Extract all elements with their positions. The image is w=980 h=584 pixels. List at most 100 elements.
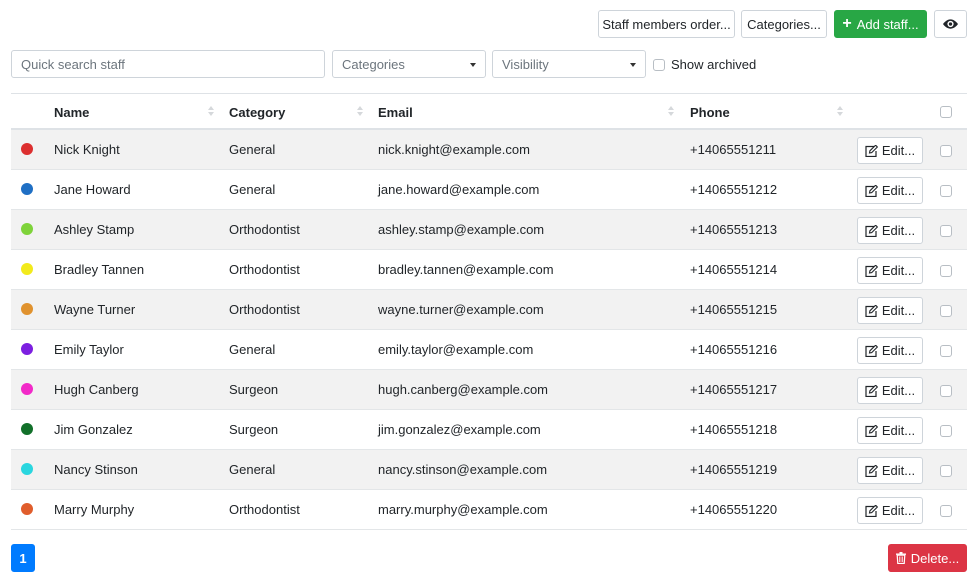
edit-icon bbox=[865, 264, 878, 277]
table-row: Wayne Turner Orthodontist wayne.turner@e… bbox=[11, 290, 967, 330]
row-select-checkbox[interactable] bbox=[940, 345, 952, 357]
staff-name: Jim Gonzalez bbox=[54, 422, 133, 437]
staff-category: Orthodontist bbox=[229, 502, 300, 517]
row-select-checkbox[interactable] bbox=[940, 505, 952, 517]
column-header-category[interactable]: Category bbox=[229, 105, 285, 120]
staff-category: Surgeon bbox=[229, 422, 279, 437]
edit-staff-button[interactable]: Edit... bbox=[857, 217, 923, 244]
staff-order-label: Staff members order... bbox=[602, 16, 731, 32]
edit-staff-button[interactable]: Edit... bbox=[857, 257, 923, 284]
staff-category: General bbox=[229, 342, 276, 357]
table-header: Name Category Email Phone bbox=[11, 94, 967, 130]
staff-phone: +14065551218 bbox=[690, 422, 778, 437]
staff-color-dot bbox=[21, 503, 33, 515]
staff-category: General bbox=[229, 182, 276, 197]
staff-color-dot bbox=[21, 183, 33, 195]
edit-label: Edit... bbox=[881, 263, 916, 278]
categories-select-value: Categories bbox=[342, 56, 405, 72]
staff-phone: +14065551219 bbox=[690, 462, 778, 477]
staff-order-button[interactable]: Staff members order... bbox=[598, 10, 735, 38]
edit-icon bbox=[865, 304, 878, 317]
sort-icon[interactable] bbox=[668, 106, 674, 118]
staff-color-dot bbox=[21, 223, 33, 235]
row-select-checkbox[interactable] bbox=[940, 145, 952, 157]
edit-staff-button[interactable]: Edit... bbox=[857, 177, 923, 204]
staff-email: bradley.tannen@example.com bbox=[378, 262, 554, 277]
row-select-checkbox[interactable] bbox=[940, 225, 952, 237]
staff-name: Bradley Tannen bbox=[54, 262, 145, 277]
edit-staff-button[interactable]: Edit... bbox=[857, 137, 923, 164]
staff-phone: +14065551214 bbox=[690, 262, 778, 277]
edit-label: Edit... bbox=[881, 183, 916, 198]
trash-icon bbox=[895, 552, 906, 564]
categories-button[interactable]: Categories... bbox=[741, 10, 827, 38]
staff-email: wayne.turner@example.com bbox=[378, 302, 544, 317]
table-row: Bradley Tannen Orthodontist bradley.tann… bbox=[11, 250, 967, 290]
staff-name: Marry Murphy bbox=[54, 502, 135, 517]
staff-name: Jane Howard bbox=[54, 182, 131, 197]
visibility-select[interactable]: Visibility bbox=[492, 50, 646, 78]
table-row: Emily Taylor General emily.taylor@exampl… bbox=[11, 330, 967, 370]
table-row: Jim Gonzalez Surgeon jim.gonzalez@exampl… bbox=[11, 410, 967, 450]
show-archived-checkbox[interactable] bbox=[653, 58, 665, 71]
staff-category: Orthodontist bbox=[229, 262, 300, 277]
delete-label: Delete... bbox=[910, 550, 960, 566]
pagination-page-1[interactable]: 1 bbox=[11, 544, 35, 572]
sort-icon[interactable] bbox=[837, 106, 843, 118]
staff-email: marry.murphy@example.com bbox=[378, 502, 548, 517]
row-select-checkbox[interactable] bbox=[940, 425, 952, 437]
staff-name: Wayne Turner bbox=[54, 302, 136, 317]
categories-select[interactable]: Categories bbox=[332, 50, 486, 78]
staff-color-dot bbox=[21, 343, 33, 355]
quick-search-placeholder: Quick search staff bbox=[21, 56, 125, 72]
edit-icon bbox=[865, 224, 878, 237]
edit-staff-button[interactable]: Edit... bbox=[857, 497, 923, 524]
show-archived-toggle[interactable]: Show archived bbox=[653, 57, 756, 72]
staff-email: ashley.stamp@example.com bbox=[378, 222, 545, 237]
row-select-checkbox[interactable] bbox=[940, 305, 952, 317]
staff-phone: +14065551216 bbox=[690, 342, 778, 357]
staff-email: nancy.stinson@example.com bbox=[378, 462, 548, 477]
chevron-down-icon bbox=[630, 63, 636, 67]
staff-color-dot bbox=[21, 463, 33, 475]
row-select-checkbox[interactable] bbox=[940, 265, 952, 277]
staff-phone: +14065551212 bbox=[690, 182, 778, 197]
add-staff-label: Add staff... bbox=[856, 16, 919, 32]
staff-category: Orthodontist bbox=[229, 222, 300, 237]
sort-icon[interactable] bbox=[208, 106, 214, 118]
table-body: Nick Knight General nick.knight@example.… bbox=[11, 130, 967, 530]
plus-icon: + bbox=[842, 15, 852, 32]
select-all-checkbox[interactable] bbox=[940, 106, 952, 118]
edit-staff-button[interactable]: Edit... bbox=[857, 457, 923, 484]
edit-staff-button[interactable]: Edit... bbox=[857, 377, 923, 404]
staff-category: General bbox=[229, 142, 276, 157]
edit-label: Edit... bbox=[881, 143, 916, 158]
edit-label: Edit... bbox=[881, 423, 916, 438]
edit-icon bbox=[865, 464, 878, 477]
row-select-checkbox[interactable] bbox=[940, 465, 952, 477]
edit-staff-button[interactable]: Edit... bbox=[857, 337, 923, 364]
column-header-email[interactable]: Email bbox=[378, 105, 413, 120]
table-row: Marry Murphy Orthodontist marry.murphy@e… bbox=[11, 490, 967, 530]
page-number: 1 bbox=[19, 550, 27, 566]
visibility-select-value: Visibility bbox=[502, 56, 549, 72]
staff-phone: +14065551215 bbox=[690, 302, 778, 317]
quick-search-input[interactable]: Quick search staff bbox=[11, 50, 325, 78]
edit-staff-button[interactable]: Edit... bbox=[857, 417, 923, 444]
column-header-name[interactable]: Name bbox=[54, 105, 89, 120]
edit-icon bbox=[865, 144, 878, 157]
row-select-checkbox[interactable] bbox=[940, 185, 952, 197]
edit-label: Edit... bbox=[881, 303, 916, 318]
staff-phone: +14065551217 bbox=[690, 382, 778, 397]
row-select-checkbox[interactable] bbox=[940, 385, 952, 397]
show-archived-label: Show archived bbox=[671, 57, 757, 72]
edit-staff-button[interactable]: Edit... bbox=[857, 297, 923, 324]
column-header-phone[interactable]: Phone bbox=[690, 105, 730, 120]
visibility-toggle-button[interactable] bbox=[934, 10, 967, 38]
delete-button[interactable]: Delete... bbox=[888, 544, 967, 572]
categories-label: Categories... bbox=[747, 16, 821, 32]
staff-phone: +14065551211 bbox=[690, 142, 777, 157]
edit-label: Edit... bbox=[881, 463, 916, 478]
add-staff-button[interactable]: + Add staff... bbox=[834, 10, 927, 38]
sort-icon[interactable] bbox=[357, 106, 363, 118]
